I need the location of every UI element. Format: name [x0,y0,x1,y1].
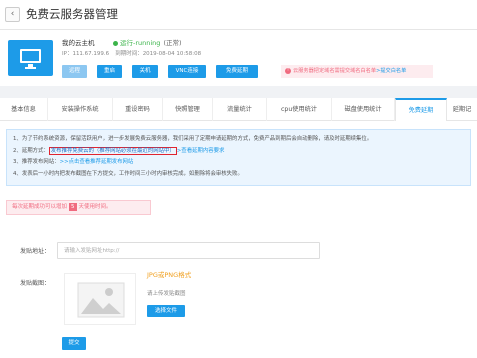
server-name: 我的云主机 [62,39,95,47]
tab-renew-records[interactable]: 延期记 [447,98,477,121]
status-note: (正常) [163,39,182,47]
back-button[interactable]: ‹ [5,7,20,22]
notice-line-3: 3、推荐发布网站：>>点击查看推荐延期发布网站 [13,157,464,169]
status-dot-icon [113,40,118,46]
tab-bar: 基本信息 安装操作系统 重设密码 快照管理 流量统计 cpu使用统计 磁盘使用统… [0,98,477,122]
tab-reset-password[interactable]: 重设密码 [113,98,163,121]
info-icon: ! [285,67,291,74]
shutdown-button[interactable]: 关机 [132,65,158,78]
format-hint: JPG或PNG格式 [147,271,192,279]
renew-button[interactable]: 免费延期 [216,65,258,78]
tab-traffic-stats[interactable]: 流量统计 [213,98,267,121]
renew-days-warning: 每次延期成功可以增加 5 天使用时间。 [6,200,151,215]
tab-disk-stats[interactable]: 磁盘使用统计 [332,98,395,121]
warning-suffix: 天使用时间。 [78,204,112,210]
post-url-input[interactable] [57,242,320,259]
warning-prefix: 每次延期成功可以增加 [12,204,68,210]
server-ip-line: IP：111.67.199.6 到期时间：2019-08-04 10:58:08 [62,49,201,57]
image-placeholder-icon [77,282,125,318]
renew-notice: 1、为了节约系统资源，保留活跃用户，进一步发展免费云服务器，我们采用了定期申请延… [6,129,471,186]
whitelist-alert: ! 云服务器把定域名需提交域名白名单>提交白名单 [281,65,433,78]
whitelist-link[interactable]: >提交白名单 [376,68,406,74]
server-status: 运行-running (正常) [113,37,182,47]
screenshot-upload-area[interactable] [64,273,136,325]
status-text: 运行-running [120,39,161,47]
submit-button[interactable]: 提交 [62,337,86,350]
vnc-button[interactable]: VNC连接 [168,65,206,78]
restart-button[interactable]: 重启 [97,65,122,78]
renew-requirements-link[interactable]: >查看延期内容要求 [177,148,225,154]
server-card: 我的云主机 运行-running (正常) IP：111.67.199.6 到期时间… [0,30,477,86]
tab-install-os[interactable]: 安装操作系统 [48,98,113,121]
chevron-left-icon: ‹ [10,9,15,19]
warning-count-badge: 5 [69,203,77,211]
url-label: 发贴地址： [20,248,51,255]
page-title: 免费云服务器管理 [26,7,118,21]
upload-hint: 请上传发贴截图 [147,291,186,297]
server-expire: 到期时间：2019-08-04 10:58:08 [115,51,202,57]
remote-button[interactable]: 远程 [62,65,87,78]
notice-line-2: 2、延期方式： 发布推荐免费云的（推荐网站必须在最近的网站中） >查看延期内容要求 [13,146,464,158]
monitor-icon [8,40,53,76]
recommend-sites-link[interactable]: >>点击查看推荐延期发布网站 [60,159,134,165]
server-ip: IP：111.67.199.6 [62,51,110,57]
tab-snapshot[interactable]: 快照管理 [163,98,213,121]
notice-line-1: 1、为了节约系统资源，保留活跃用户，进一步发展免费云服务器，我们采用了定期申请延… [13,136,373,142]
notice-line-3-prefix: 3、推荐发布网站： [13,159,60,165]
screenshot-label: 发贴截图： [20,280,51,287]
tab-free-renew[interactable]: 免费延期 [395,98,447,122]
tab-basic-info[interactable]: 基本信息 [0,98,48,121]
notice-line-2-prefix: 2、延期方式： [13,147,49,154]
tab-cpu-stats[interactable]: cpu使用统计 [267,98,332,121]
page-header: ‹ 免费云服务器管理 [0,0,477,30]
notice-highlight: 发布推荐免费云的（推荐网站必须在最近的网站中） [48,146,177,155]
choose-file-button[interactable]: 选择文件 [147,305,185,317]
whitelist-alert-text: 云服务器把定域名需提交域名白名单 [293,68,377,74]
renew-panel: 1、为了节约系统资源，保留活跃用户，进一步发展免费云服务器，我们采用了定期申请延… [0,121,477,358]
notice-line-4: 4、发表后一小时内把发布截图在下方提交，工作时间三小时内审核完成，如删除将会审核… [13,170,243,177]
